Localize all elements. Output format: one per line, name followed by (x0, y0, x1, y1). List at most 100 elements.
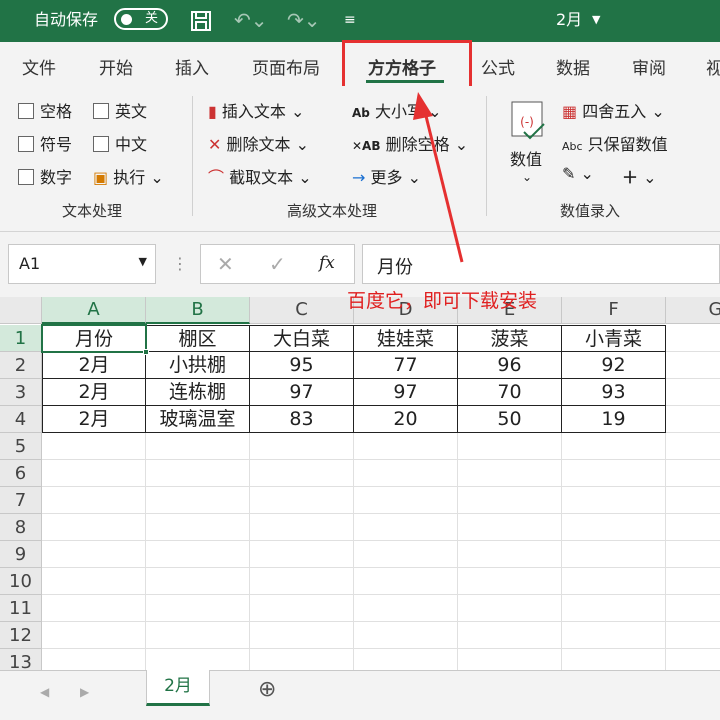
row-header[interactable]: 5 (0, 433, 42, 460)
case-button[interactable]: Ab 大小写 ⌄ (352, 98, 442, 122)
cell[interactable] (562, 514, 666, 541)
cell[interactable] (666, 460, 720, 487)
cell[interactable]: 77 (354, 352, 458, 379)
cell[interactable] (458, 514, 562, 541)
cell[interactable] (146, 433, 250, 460)
cell[interactable] (146, 487, 250, 514)
cell[interactable]: 娃娃菜 (354, 325, 458, 352)
tab-file[interactable]: 文件 (22, 54, 56, 79)
cell[interactable] (42, 460, 146, 487)
cell[interactable] (562, 433, 666, 460)
cell[interactable] (250, 487, 354, 514)
select-all-corner[interactable] (0, 297, 42, 324)
cell[interactable] (458, 595, 562, 622)
value-button[interactable]: 数值 (510, 146, 542, 170)
cell[interactable]: 玻璃温室 (146, 406, 250, 433)
cell[interactable] (354, 649, 458, 670)
round-button[interactable]: ▦ 四舍五入 ⌄ (562, 98, 665, 122)
cell[interactable]: 19 (562, 406, 666, 433)
cell[interactable]: 菠菜 (458, 325, 562, 352)
cell[interactable] (250, 514, 354, 541)
cell[interactable] (666, 514, 720, 541)
cell[interactable] (146, 649, 250, 670)
undo-icon[interactable]: ↶⌄ (234, 0, 268, 42)
cell[interactable]: 70 (458, 379, 562, 406)
cell[interactable] (666, 325, 720, 352)
cell[interactable] (354, 433, 458, 460)
cell[interactable] (146, 460, 250, 487)
cell[interactable]: 棚区 (146, 325, 250, 352)
checkbox-chinese[interactable]: 中文 (93, 131, 147, 155)
row-header[interactable]: 13 (0, 649, 42, 670)
cell[interactable] (354, 460, 458, 487)
row-header[interactable]: 7 (0, 487, 42, 514)
cell[interactable] (562, 595, 666, 622)
checkbox-english[interactable]: 英文 (93, 98, 147, 122)
cell[interactable]: 83 (250, 406, 354, 433)
cell[interactable] (42, 541, 146, 568)
cell[interactable]: 97 (354, 379, 458, 406)
edit-dropdown[interactable]: ✎ ⌄ (562, 164, 594, 183)
cell[interactable] (458, 649, 562, 670)
row-header[interactable]: 9 (0, 541, 42, 568)
cancel-icon[interactable]: ✕ (217, 252, 234, 276)
cell[interactable] (666, 406, 720, 433)
column-header[interactable]: B (146, 297, 250, 324)
cell[interactable]: 95 (250, 352, 354, 379)
cell[interactable] (458, 433, 562, 460)
cell[interactable] (354, 568, 458, 595)
cell[interactable] (562, 487, 666, 514)
cell[interactable] (250, 433, 354, 460)
cell[interactable] (666, 595, 720, 622)
cell[interactable] (666, 649, 720, 670)
cell[interactable] (42, 595, 146, 622)
cell[interactable]: 2月 (42, 406, 146, 433)
redo-icon[interactable]: ↷⌄ (287, 0, 321, 42)
execute-button[interactable]: ▣ 执行 ⌄ (93, 164, 164, 188)
cell[interactable] (666, 568, 720, 595)
cell[interactable]: 小青菜 (562, 325, 666, 352)
keep-number-button[interactable]: Abc 只保留数值 (562, 131, 668, 155)
cell[interactable]: 92 (562, 352, 666, 379)
add-sheet-icon[interactable]: ⊕ (258, 677, 276, 702)
column-header[interactable]: G (666, 297, 720, 324)
cell[interactable] (458, 487, 562, 514)
tab-formulas[interactable]: 公式 (481, 54, 515, 79)
cell[interactable]: 50 (458, 406, 562, 433)
more-button[interactable]: → 更多 ⌄ (352, 164, 421, 188)
cell[interactable]: 97 (250, 379, 354, 406)
cell[interactable] (42, 568, 146, 595)
cell[interactable] (250, 595, 354, 622)
tab-review[interactable]: 审阅 (632, 54, 666, 79)
cell[interactable] (666, 352, 720, 379)
cell[interactable] (562, 649, 666, 670)
next-sheet-icon[interactable]: ▶ (80, 685, 89, 699)
name-box[interactable]: A1 ▼ (8, 244, 156, 284)
cell[interactable] (354, 622, 458, 649)
cell[interactable] (666, 379, 720, 406)
cell[interactable] (458, 460, 562, 487)
title-dropdown-icon[interactable]: ▼ (592, 0, 600, 42)
cell[interactable] (146, 514, 250, 541)
extract-text-button[interactable]: ⌒ 截取文本 ⌄ (208, 164, 312, 188)
cell[interactable]: 20 (354, 406, 458, 433)
file-title[interactable]: 2月 (556, 0, 582, 42)
checkbox-symbol[interactable]: 符号 (18, 131, 72, 155)
cell[interactable]: 大白菜 (250, 325, 354, 352)
fx-icon[interactable]: fx (319, 253, 335, 273)
autosave-toggle[interactable]: 关 (114, 8, 168, 30)
row-header[interactable]: 4 (0, 406, 42, 433)
cell[interactable] (42, 433, 146, 460)
cell[interactable] (666, 541, 720, 568)
tab-view[interactable]: 视 (706, 54, 720, 79)
cell[interactable] (458, 541, 562, 568)
cell[interactable] (666, 622, 720, 649)
cell[interactable] (42, 622, 146, 649)
cell[interactable]: 连栋棚 (146, 379, 250, 406)
cell[interactable] (354, 595, 458, 622)
value-dropdown-icon[interactable]: ⌄ (522, 170, 532, 184)
cell[interactable] (250, 460, 354, 487)
row-header[interactable]: 8 (0, 514, 42, 541)
cell[interactable] (666, 487, 720, 514)
add-dropdown[interactable]: ＋ ⌄ (622, 164, 657, 188)
